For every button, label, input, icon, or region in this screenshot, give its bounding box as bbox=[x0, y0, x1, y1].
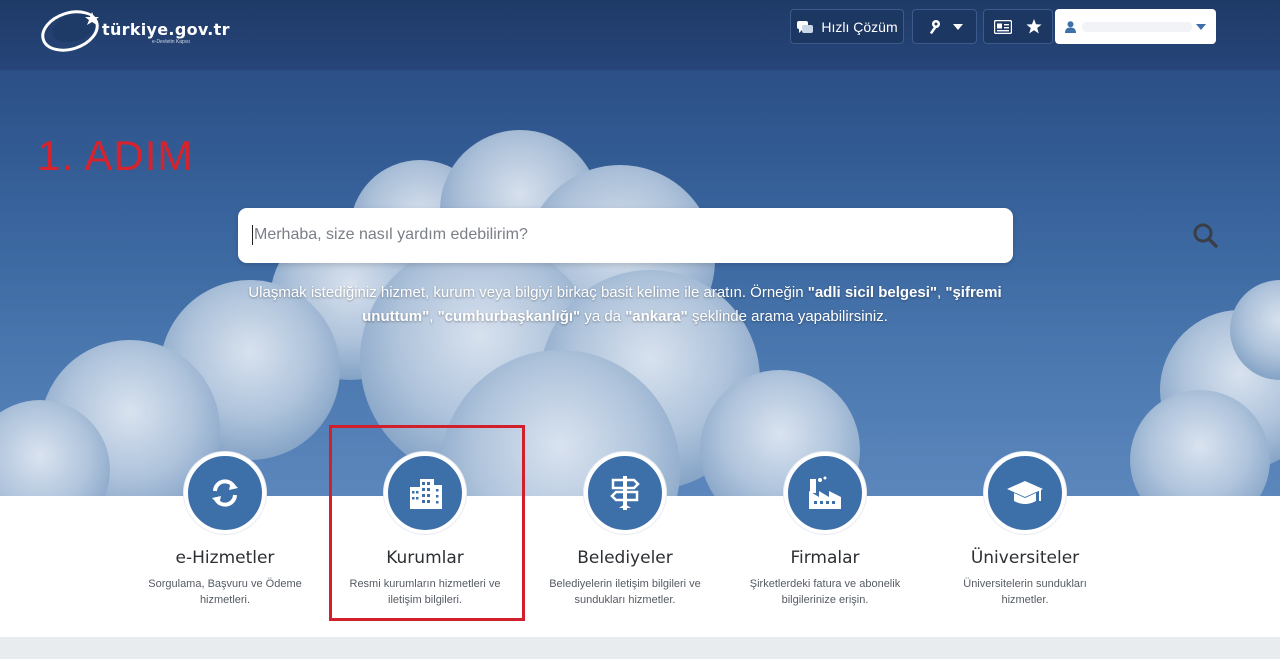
crescent-star-logo-icon bbox=[41, 10, 99, 52]
signpost-icon bbox=[610, 476, 640, 510]
category-section: e-Hizmetler Sorgulama, Başvuru ve Ödeme … bbox=[0, 452, 1280, 637]
hint-text-part: Ulaşmak istediğiniz hizmet, kurum veya b… bbox=[248, 284, 808, 301]
category-description: Sorgulama, Başvuru ve Ödeme hizmetleri. bbox=[148, 578, 302, 606]
quick-solution-label: Hızlı Çözüm bbox=[821, 18, 898, 35]
category-title: Firmalar bbox=[790, 548, 860, 568]
category-icon-circle bbox=[584, 452, 666, 534]
category-icon-circle bbox=[384, 452, 466, 534]
category-e-hizmetler[interactable]: e-Hizmetler Sorgulama, Başvuru ve Ödeme … bbox=[125, 452, 325, 608]
hint-example: "cumhurbaşkanlığı" bbox=[437, 308, 581, 325]
user-name bbox=[1082, 21, 1192, 32]
caret-down-icon bbox=[952, 23, 963, 30]
category-description: Şirketlerdeki fatura ve abonelik bilgile… bbox=[749, 578, 901, 606]
step-label: 1. ADIM bbox=[37, 132, 194, 179]
id-card-favorites-group bbox=[983, 9, 1053, 44]
category-kurumlar[interactable]: Kurumlar Resmi kurumların hizmetleri ve … bbox=[325, 452, 525, 608]
caret-down-icon bbox=[1196, 23, 1206, 30]
category-description: Üniversitelerin sundukları hizmetler. bbox=[963, 578, 1087, 606]
hint-example: "adli sicil belgesi" bbox=[807, 284, 937, 301]
user-icon bbox=[1065, 20, 1076, 33]
category-title: Belediyeler bbox=[577, 548, 673, 568]
logo-text: türkiye.gov.tr bbox=[102, 20, 230, 39]
hero-banner: 1. ADIM Ulaşmak istediğiniz hizmet, kuru… bbox=[0, 70, 1280, 496]
login-key-dropdown[interactable] bbox=[912, 9, 977, 44]
graduation-cap-icon bbox=[1007, 481, 1043, 504]
hint-text-part: şeklinde arama yapabilirsiniz. bbox=[687, 308, 888, 325]
turkiye-gov-logo[interactable]: türkiye.gov.tr e-Devletin Kapısı bbox=[40, 6, 240, 54]
star-icon[interactable] bbox=[1026, 19, 1042, 34]
search-button[interactable] bbox=[1181, 222, 1231, 250]
category-icon-circle bbox=[784, 452, 866, 534]
category-description: Resmi kurumların hizmetleri ve iletişim … bbox=[349, 578, 501, 606]
footer-strip bbox=[0, 637, 1280, 659]
hint-example: "ankara" bbox=[625, 308, 688, 325]
hint-separator: , bbox=[429, 308, 438, 325]
id-card-icon[interactable] bbox=[994, 19, 1012, 34]
category-firmalar[interactable]: Firmalar Şirketlerdeki fatura ve aboneli… bbox=[725, 452, 925, 608]
category-description: Belediyelerin iletişim bilgileri ve sund… bbox=[549, 578, 701, 606]
logo-subtitle: e-Devletin Kapısı bbox=[152, 39, 191, 45]
category-title: Kurumlar bbox=[386, 548, 464, 568]
category-icon-circle bbox=[184, 452, 266, 534]
quick-solution-button[interactable]: Hızlı Çözüm bbox=[790, 9, 904, 44]
top-navbar: türkiye.gov.tr e-Devletin Kapısı Hızlı Ç… bbox=[0, 0, 1280, 70]
search-hint-text: Ulaşmak istediğiniz hizmet, kurum veya b… bbox=[245, 281, 1005, 329]
building-icon bbox=[410, 479, 442, 509]
hint-separator: ya da bbox=[580, 308, 626, 325]
key-icon bbox=[929, 19, 940, 34]
search-icon bbox=[1193, 223, 1218, 248]
refresh-icon bbox=[212, 479, 238, 507]
factory-icon bbox=[809, 476, 841, 509]
user-account-dropdown[interactable] bbox=[1055, 9, 1216, 44]
search-box bbox=[238, 208, 1218, 263]
category-universiteler[interactable]: Üniversiteler Üniversitelerin sundukları… bbox=[925, 452, 1125, 608]
chat-bubbles-icon bbox=[797, 20, 814, 33]
category-belediyeler[interactable]: Belediyeler Belediyelerin iletişim bilgi… bbox=[525, 452, 725, 608]
category-title: Üniversiteler bbox=[970, 548, 1080, 568]
category-icon-circle bbox=[984, 452, 1066, 534]
category-title: e-Hizmetler bbox=[175, 548, 275, 568]
search-input[interactable] bbox=[252, 225, 932, 245]
